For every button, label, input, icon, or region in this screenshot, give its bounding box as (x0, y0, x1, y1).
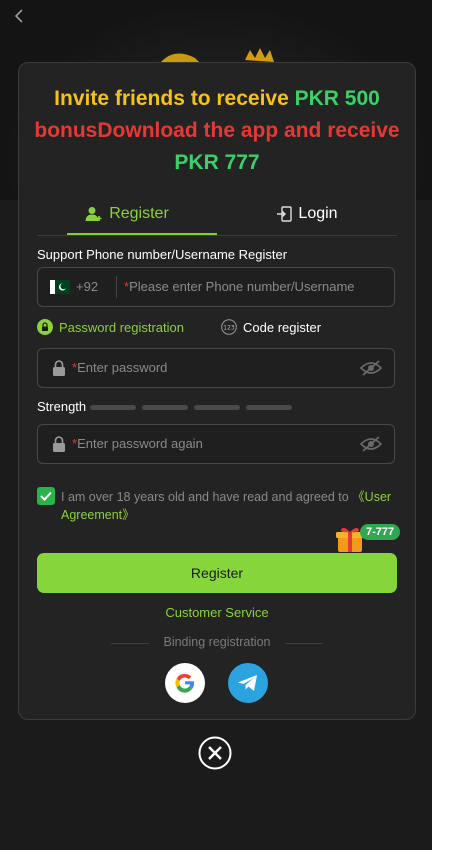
code-123-icon: 123 (221, 319, 237, 335)
login-door-icon (277, 206, 293, 222)
pakistan-flag-icon (50, 280, 70, 294)
svg-text:123: 123 (223, 325, 235, 332)
lock-icon (53, 436, 65, 452)
divider (285, 643, 323, 644)
promo-banner: Invite friends to receive PKR 500 bonusD… (19, 83, 415, 179)
password-registration-label: Password registration (59, 319, 184, 335)
tab-register[interactable]: Register (37, 195, 217, 233)
screen: Invite friends to receive PKR 500 bonusD… (0, 0, 432, 850)
strength-bar (90, 405, 136, 410)
country-code[interactable]: +92 (76, 279, 98, 294)
close-circle-icon[interactable] (198, 736, 232, 770)
promo-amount-2: PKR 777 (174, 151, 260, 174)
strength-bar (246, 405, 292, 410)
phone-label: Support Phone number/Username Register (37, 247, 288, 262)
promo-text: Invite friends to receive (54, 87, 295, 110)
lock-circle-icon (37, 319, 53, 335)
customer-service-link[interactable]: Customer Service (19, 605, 415, 620)
strength-label: Strength (37, 399, 87, 414)
check-icon (40, 491, 52, 501)
eye-off-icon[interactable] (360, 435, 382, 453)
register-button[interactable]: Register (37, 553, 397, 593)
google-icon (175, 673, 195, 693)
eye-off-icon[interactable] (360, 359, 382, 377)
tab-register-label: Register (109, 205, 169, 222)
strength-bar (142, 405, 188, 410)
telegram-icon (238, 675, 257, 691)
chevron-left-icon[interactable] (10, 6, 30, 26)
password-placeholder: *Enter password (72, 360, 168, 375)
telegram-login-button[interactable] (228, 663, 268, 703)
divider (37, 235, 397, 236)
phone-input[interactable]: +92 *Please enter Phone number/Username (37, 267, 395, 307)
phone-placeholder: *Please enter Phone number/Username (124, 279, 355, 294)
promo-text-2: bonusDownload the app and receive (34, 119, 400, 142)
google-login-button[interactable] (165, 663, 205, 703)
auth-tabs: Register Login (37, 195, 397, 236)
promo-amount: PKR 500 (294, 87, 380, 110)
edge-strip (432, 0, 450, 850)
binding-registration-label: Binding registration (163, 635, 271, 649)
agreement-text: I am over 18 years old and have read and… (61, 490, 392, 522)
password-again-placeholder: *Enter password again (72, 436, 203, 451)
password-registration-option[interactable]: Password registration (37, 319, 184, 335)
password-confirm-input[interactable]: *Enter password again (37, 424, 395, 464)
divider (116, 276, 117, 298)
tab-login[interactable]: Login (217, 195, 397, 233)
lock-icon (53, 360, 65, 376)
register-modal: Invite friends to receive PKR 500 bonusD… (18, 62, 416, 720)
add-user-icon (85, 207, 102, 221)
agreement-checkbox[interactable] (37, 487, 55, 505)
tab-login-label: Login (298, 205, 338, 222)
gift-badge: 7-777 (360, 524, 401, 540)
password-input[interactable]: *Enter password (37, 348, 395, 388)
strength-bar (194, 405, 240, 410)
code-register-option[interactable]: 123 Code register (221, 319, 321, 335)
code-register-label: Code register (243, 319, 322, 335)
